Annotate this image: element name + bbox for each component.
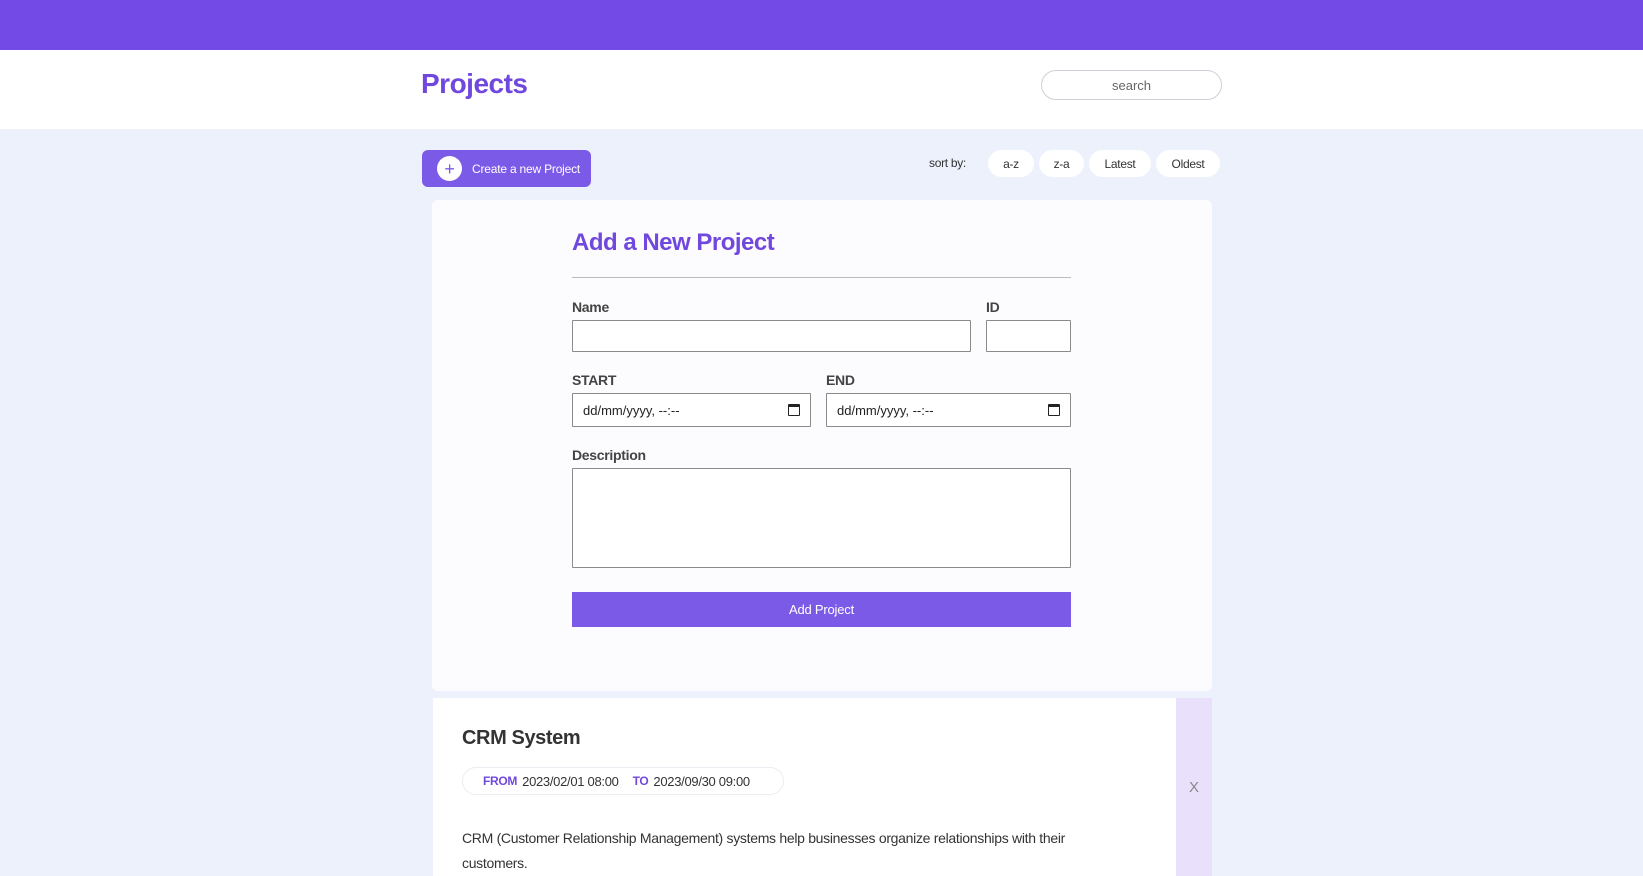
description-label: Description [572,447,646,463]
page-title: Projects [421,68,528,99]
id-label: ID [986,299,1000,315]
search-input[interactable] [1041,70,1222,100]
start-date-value: dd/mm/yyyy, --:-- [583,402,680,418]
id-field[interactable] [986,320,1071,352]
from-label: FROM [483,774,518,788]
form-title: Add a New Project [572,229,775,256]
start-date-field[interactable]: dd/mm/yyyy, --:-- [572,393,811,427]
add-project-button[interactable]: Add Project [572,592,1071,627]
from-value: 2023/02/01 08:00 [522,773,619,789]
sort-az-button[interactable]: a-z [988,150,1034,177]
top-banner [0,0,1643,50]
sort-label: sort by: [929,156,966,170]
end-date-field[interactable]: dd/mm/yyyy, --:-- [826,393,1071,427]
start-label: START [572,372,617,388]
project-description: CRM (Customer Relationship Management) s… [462,830,1066,871]
calendar-icon[interactable] [1048,404,1060,416]
delete-project-button[interactable]: X [1176,698,1212,876]
plus-icon: + [437,156,462,181]
description-field[interactable] [572,468,1071,568]
end-label: END [826,372,855,388]
form-divider [572,277,1071,278]
name-field[interactable] [572,320,971,352]
sort-za-button[interactable]: z-a [1039,150,1084,177]
create-project-label: Create a new Project [472,161,581,176]
to-value: 2023/09/30 09:00 [653,773,750,789]
sort-oldest-button[interactable]: Oldest [1156,150,1220,177]
project-dates: FROM 2023/02/01 08:00 TO 2023/09/30 09:0… [462,767,784,795]
project-title: CRM System [462,727,581,749]
create-project-button[interactable]: + Create a new Project [422,150,591,187]
to-label: TO [632,774,649,788]
header-bar [0,50,1643,129]
name-label: Name [572,299,609,315]
calendar-icon[interactable] [788,404,800,416]
sort-latest-button[interactable]: Latest [1089,150,1151,177]
end-date-value: dd/mm/yyyy, --:-- [837,402,934,418]
